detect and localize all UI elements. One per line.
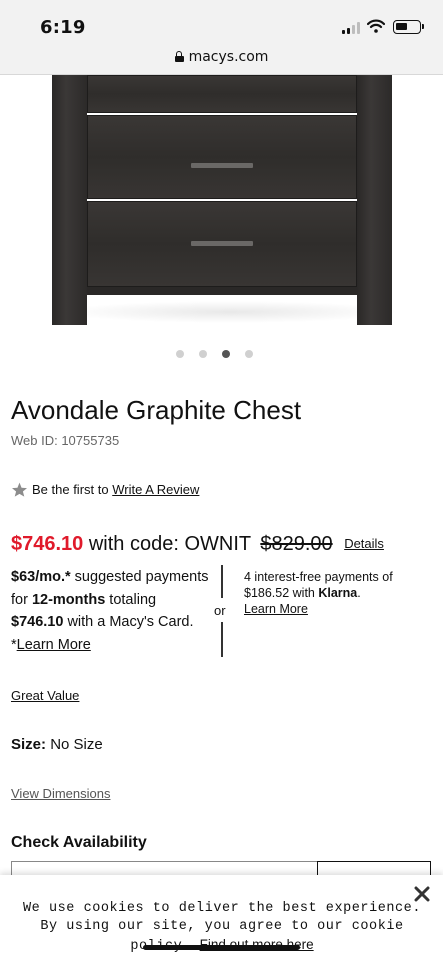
financing-total: $746.10 bbox=[11, 614, 64, 630]
drawer bbox=[87, 115, 357, 199]
drawer bbox=[87, 75, 357, 113]
status-bar: 6:19 bbox=[0, 0, 443, 44]
web-id: Web ID: 10755735 bbox=[11, 433, 120, 448]
size-selector: Size: No Size bbox=[11, 736, 103, 753]
size-label: Size: bbox=[11, 736, 47, 753]
carousel-dot[interactable] bbox=[199, 350, 207, 358]
url-text: macys.com bbox=[188, 49, 269, 65]
url-display[interactable]: macys.com bbox=[0, 49, 443, 65]
monthly-payment: $63/mo.* bbox=[11, 569, 71, 585]
price-row: $746.10 with code: OWNIT $829.00 Details bbox=[11, 533, 384, 556]
address-bar[interactable]: macys.com bbox=[0, 44, 443, 75]
carousel-dot[interactable] bbox=[176, 350, 184, 358]
divider bbox=[221, 622, 223, 657]
product-image[interactable] bbox=[0, 75, 443, 335]
review-prefix: Be the first to bbox=[32, 482, 109, 497]
view-dimensions-link[interactable]: View Dimensions bbox=[11, 786, 110, 801]
or-separator: or bbox=[214, 603, 226, 618]
carousel-dot-active[interactable] bbox=[222, 350, 230, 358]
great-value-link[interactable]: Great Value bbox=[11, 688, 79, 703]
divider bbox=[221, 565, 223, 598]
klarna-learn-more-link[interactable]: Learn More bbox=[244, 602, 308, 616]
lock-icon bbox=[174, 51, 184, 62]
home-indicator[interactable] bbox=[143, 945, 300, 950]
wifi-icon bbox=[367, 19, 385, 33]
status-time: 6:19 bbox=[40, 17, 86, 38]
drawer-handle bbox=[191, 163, 253, 168]
financing-learn-more-link[interactable]: Learn More bbox=[17, 637, 91, 653]
size-value: No Size bbox=[50, 736, 103, 753]
macys-card-financing: $63/mo.* suggested payments for 12-month… bbox=[11, 569, 209, 653]
financing-term: 12-months bbox=[31, 591, 106, 608]
klarna-logo: Klarna bbox=[318, 586, 358, 600]
drawer bbox=[87, 201, 357, 287]
promo-code: with code: OWNIT bbox=[88, 533, 251, 555]
chest-illustration bbox=[52, 75, 392, 325]
signal-icon bbox=[342, 22, 360, 34]
original-price: $829.00 bbox=[260, 533, 333, 555]
carousel-dot[interactable] bbox=[245, 350, 253, 358]
drawer-handle bbox=[191, 241, 253, 246]
check-availability-heading: Check Availability bbox=[11, 834, 147, 851]
details-link[interactable]: Details bbox=[344, 536, 384, 551]
sale-price: $746.10 bbox=[11, 533, 84, 555]
star-icon bbox=[12, 482, 27, 497]
klarna-financing: 4 interest-free payments of $186.52 with… bbox=[244, 570, 393, 616]
carousel-dots bbox=[176, 350, 266, 358]
review-row: Be the first to Write A Review bbox=[11, 482, 199, 497]
write-review-link[interactable]: Write A Review bbox=[112, 482, 199, 497]
battery-icon bbox=[393, 20, 424, 34]
product-title: Avondale Graphite Chest bbox=[11, 395, 302, 425]
